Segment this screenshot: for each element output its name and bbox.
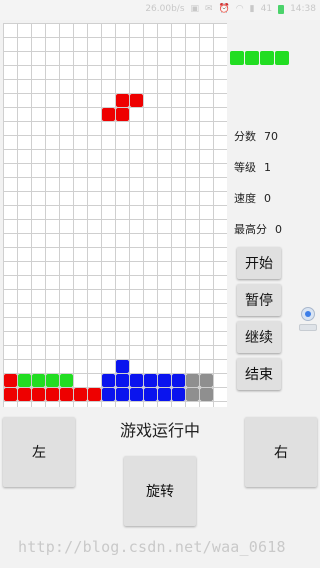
network-speed: 26.00b/s: [145, 4, 185, 14]
stacked-block: [144, 388, 157, 401]
stacked-block: [102, 388, 115, 401]
watermark: http://blog.csdn.net/waa_0618: [18, 538, 286, 556]
high-score-row: 最高分 0: [234, 221, 282, 237]
floating-assistant-widget[interactable]: [298, 307, 318, 333]
status-bar-right: 26.00b/s ▣ ✉ ⏰ ◠ ▮ 41 14:38: [145, 4, 316, 14]
assistant-handle: [299, 324, 317, 331]
stacked-block: [200, 388, 213, 401]
game-board: [3, 23, 227, 407]
score-value: 70: [264, 130, 278, 143]
battery-icon: [278, 4, 285, 14]
next-piece-block: [275, 51, 289, 65]
high-score-value: 0: [275, 223, 282, 236]
move-right-button[interactable]: 右: [245, 417, 317, 487]
next-piece-block: [260, 51, 274, 65]
stacked-block: [18, 388, 31, 401]
next-piece-preview: [230, 51, 290, 66]
signal-icon: ▮: [249, 4, 255, 14]
score-row: 分数 70: [234, 128, 278, 144]
speed-label: 速度: [234, 192, 256, 205]
stacked-block: [32, 388, 45, 401]
stacked-block: [18, 374, 31, 387]
resume-button[interactable]: 继续: [237, 321, 281, 353]
stacked-block: [88, 388, 101, 401]
image-icon: ▣: [190, 4, 200, 14]
score-label: 分数: [234, 130, 256, 143]
stacked-block: [60, 374, 73, 387]
stacked-block: [172, 388, 185, 401]
stacked-block: [130, 388, 143, 401]
high-score-label: 最高分: [234, 223, 267, 236]
stacked-block: [116, 374, 129, 387]
next-piece-block: [230, 51, 244, 65]
status-bar: 26.00b/s ▣ ✉ ⏰ ◠ ▮ 41 14:38: [0, 0, 320, 20]
stacked-block: [4, 388, 17, 401]
level-label: 等级: [234, 161, 256, 174]
assistant-dot-icon: [301, 307, 315, 321]
stacked-block: [74, 388, 87, 401]
game-status-text: 游戏运行中: [119, 421, 200, 440]
pause-button[interactable]: 暂停: [237, 284, 281, 316]
start-button[interactable]: 开始: [237, 247, 281, 279]
screen: 26.00b/s ▣ ✉ ⏰ ◠ ▮ 41 14:38 分数 70 等级 1 速度 0…: [0, 0, 320, 568]
level-value: 1: [264, 161, 271, 174]
stacked-block: [116, 388, 129, 401]
stacked-block: [186, 374, 199, 387]
speed-row: 速度 0: [234, 190, 271, 206]
next-piece-block: [245, 51, 259, 65]
falling-block: [102, 108, 115, 121]
stacked-block: [172, 374, 185, 387]
wifi-icon: ◠: [235, 4, 244, 14]
stacked-block: [46, 388, 59, 401]
falling-block: [116, 94, 129, 107]
mail-icon: ✉: [205, 4, 213, 14]
stacked-block: [102, 374, 115, 387]
stacked-block: [46, 374, 59, 387]
stacked-block: [116, 360, 129, 373]
rotate-button[interactable]: 旋转: [124, 456, 196, 526]
stacked-block: [130, 374, 143, 387]
stacked-block: [144, 374, 157, 387]
end-button[interactable]: 结束: [237, 358, 281, 390]
stacked-block: [158, 388, 171, 401]
alarm-icon: ⏰: [218, 4, 230, 14]
clock: 14:38: [290, 4, 316, 14]
falling-block: [130, 94, 143, 107]
stacked-block: [186, 388, 199, 401]
stacked-block: [32, 374, 45, 387]
level-row: 等级 1: [234, 159, 271, 175]
battery-level: 41: [260, 4, 273, 14]
stacked-block: [60, 388, 73, 401]
speed-value: 0: [264, 192, 271, 205]
stacked-block: [158, 374, 171, 387]
falling-block: [116, 108, 129, 121]
stacked-block: [4, 374, 17, 387]
stacked-block: [200, 374, 213, 387]
move-left-button[interactable]: 左: [3, 417, 75, 487]
